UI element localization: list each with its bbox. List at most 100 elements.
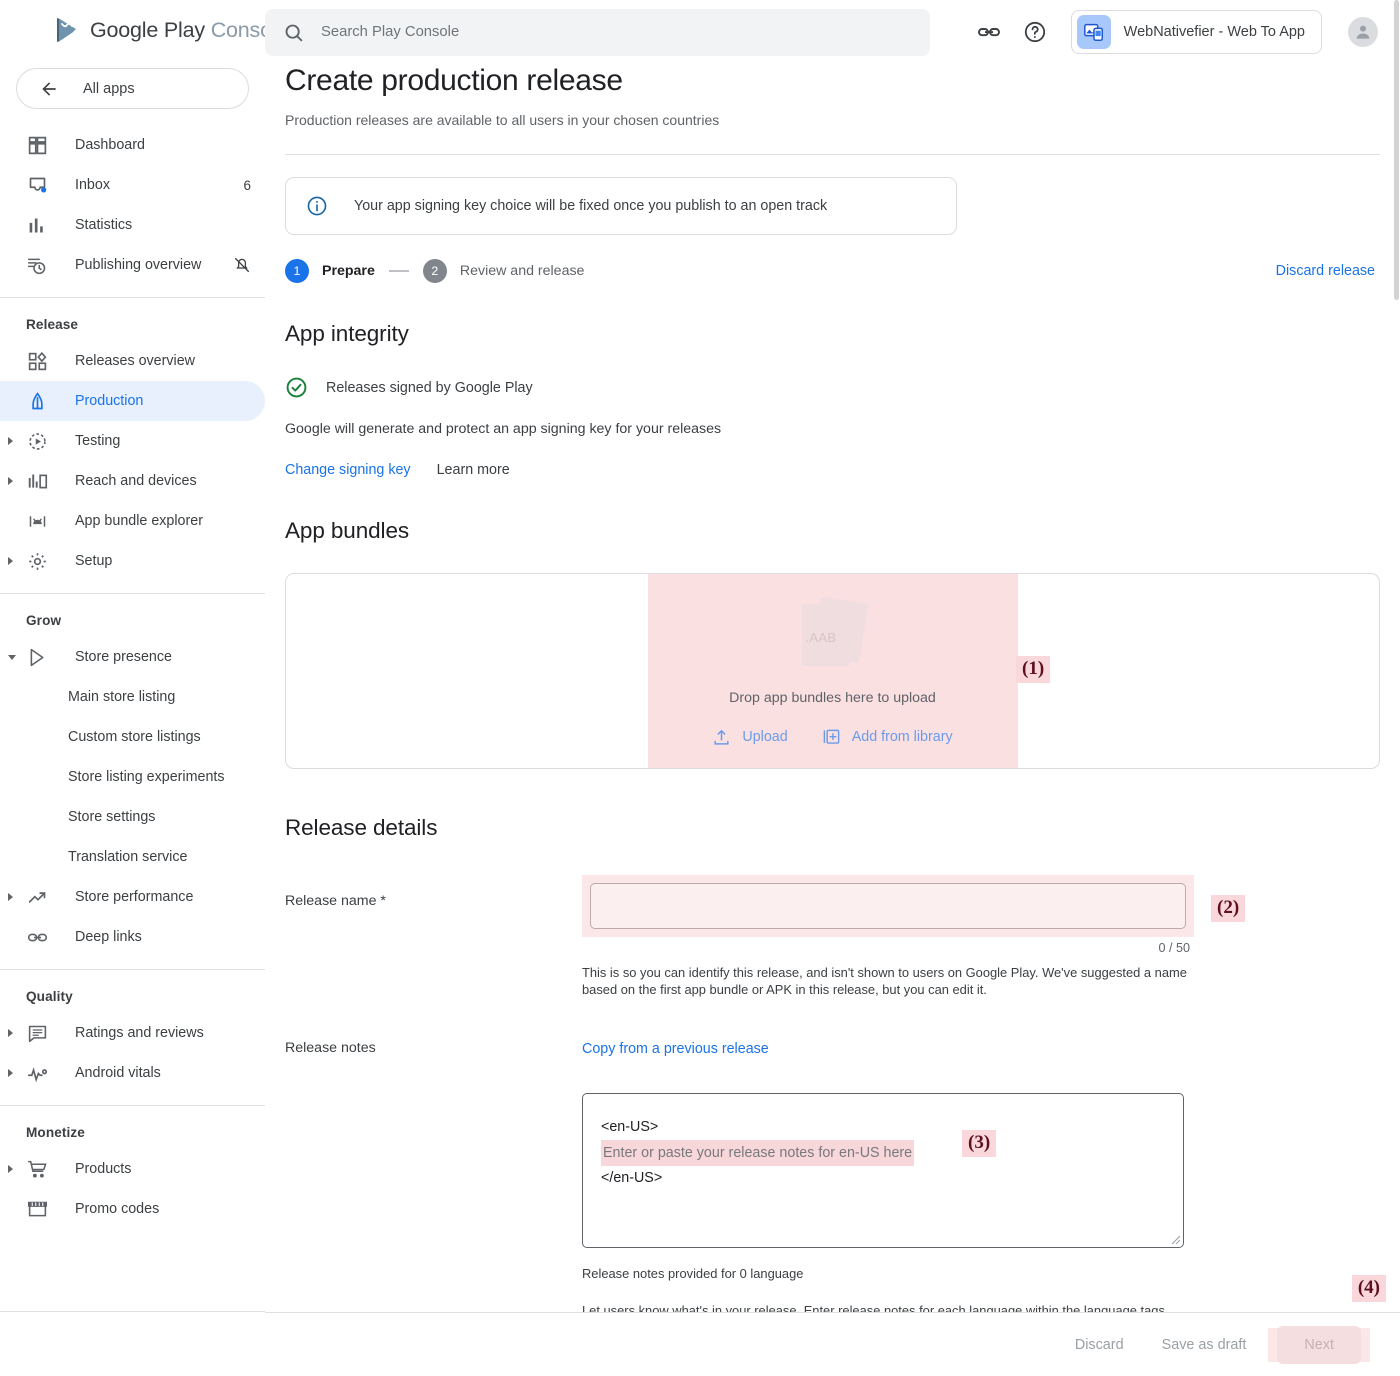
- app-bundles-heading: App bundles: [285, 518, 410, 543]
- sidebar-item-products[interactable]: Products: [0, 1149, 265, 1189]
- release-notes-textarea[interactable]: <en-US> Enter or paste your release note…: [582, 1093, 1184, 1249]
- release-notes-field-wrap: Copy from a previous release <en-US> Ent…: [582, 1040, 1380, 1318]
- person-icon: [1356, 25, 1370, 39]
- scrollbar-track[interactable]: [1394, 0, 1400, 1376]
- step-2-label[interactable]: Review and release: [460, 263, 585, 279]
- upload-icon: [714, 729, 729, 745]
- search-input[interactable]: [321, 24, 881, 40]
- sidebar-item-store-presence[interactable]: Store presence: [0, 637, 265, 677]
- sidebar-item-android-vitals[interactable]: Android vitals: [0, 1053, 265, 1093]
- sidebar-item-app-bundle-explorer[interactable]: App bundle explorer: [0, 501, 265, 541]
- signing-status-row: Releases signed by Google Play: [285, 376, 1380, 399]
- sidebar-item-deep-links[interactable]: Deep links: [0, 917, 265, 957]
- app-bundle-dropzone[interactable]: .AAB Drop app bundles here to upload Upl…: [647, 574, 1018, 768]
- app-icon: [1076, 15, 1111, 49]
- release-notes-row: Release notes Copy from a previous relea…: [285, 1040, 1380, 1318]
- setup-gear-icon: [26, 550, 48, 572]
- annotation-3: (3): [962, 1130, 997, 1158]
- step-1-label[interactable]: Prepare: [322, 263, 375, 279]
- add-from-library-label: Add from library: [851, 729, 953, 745]
- deep-links-icon: [26, 926, 48, 948]
- info-banner: Your app signing key choice will be fixe…: [285, 177, 957, 235]
- page-title: Create production release: [285, 64, 623, 97]
- search-bar[interactable]: [265, 8, 930, 56]
- add-from-library-button[interactable]: Add from library: [822, 728, 953, 747]
- sidebar-group-monetize-title: Monetize: [26, 1125, 85, 1140]
- products-cart-icon: [26, 1158, 48, 1180]
- sidebar-item-store-settings[interactable]: Store settings: [0, 797, 265, 837]
- step-1-number: 1: [285, 259, 309, 283]
- release-name-input[interactable]: [590, 883, 1186, 929]
- avatar[interactable]: [1348, 17, 1378, 47]
- sidebar-item-store-listing-experiments[interactable]: Store listing experiments: [0, 757, 265, 797]
- top-bar: WebNativefier - Web To App: [265, 0, 1400, 64]
- app-selector[interactable]: WebNativefier - Web To App: [1070, 10, 1322, 54]
- sidebar-item-store-performance[interactable]: Store performance: [0, 877, 265, 917]
- search-icon: [285, 24, 303, 41]
- title-divider: [285, 154, 1380, 155]
- link-icon[interactable]: [977, 20, 1001, 44]
- sidebar-item-inbox[interactable]: Inbox 6: [0, 165, 265, 205]
- annotation-1: (1): [1016, 656, 1051, 683]
- sidebar-label: Inbox: [75, 177, 110, 193]
- sidebar-item-translation-service[interactable]: Translation service: [0, 837, 265, 877]
- main-content: WebNativefier - Web To App Create produc…: [265, 0, 1400, 1376]
- sidebar-group-release-title: Release: [26, 317, 79, 332]
- sidebar-item-releases-overview[interactable]: Releases overview: [0, 341, 265, 381]
- sidebar-scroll-fade: [0, 1330, 265, 1376]
- chevron-right-icon[interactable]: [8, 477, 13, 485]
- sidebar-item-testing[interactable]: Testing: [0, 421, 265, 461]
- save-as-draft-button[interactable]: Save as draft: [1146, 1327, 1263, 1363]
- chevron-right-icon[interactable]: [8, 893, 13, 901]
- sidebar-label: Setup: [75, 553, 113, 569]
- app-name-label: WebNativefier - Web To App: [1123, 24, 1305, 40]
- testing-icon: [26, 430, 48, 452]
- chevron-down-icon[interactable]: [8, 654, 16, 660]
- ratings-reviews-icon: [26, 1022, 48, 1044]
- notifications-off-icon[interactable]: [233, 256, 251, 274]
- discard-release-link[interactable]: Discard release: [1276, 263, 1380, 279]
- dashboard-icon: [26, 134, 48, 156]
- upload-label: Upload: [742, 729, 788, 745]
- sidebar-item-ratings-and-reviews[interactable]: Ratings and reviews: [0, 1013, 265, 1053]
- sidebar-item-custom-store-listings[interactable]: Custom store listings: [0, 717, 265, 757]
- sidebar-label: Store performance: [75, 889, 194, 905]
- top-bar-icons: WebNativefier - Web To App: [977, 10, 1384, 54]
- sidebar-group-quality-title: Quality: [26, 989, 73, 1004]
- resize-grip-icon[interactable]: [1171, 1235, 1181, 1245]
- scrollbar-thumb[interactable]: [1394, 0, 1399, 300]
- learn-more-link[interactable]: Learn more: [437, 462, 510, 478]
- help-icon[interactable]: [1023, 20, 1047, 44]
- discard-button[interactable]: Discard: [1059, 1327, 1140, 1363]
- inbox-icon: [26, 174, 48, 196]
- chevron-right-icon[interactable]: [8, 437, 13, 445]
- all-apps-button[interactable]: All apps: [16, 68, 249, 109]
- sidebar-bottom-divider: [0, 1311, 265, 1312]
- app-integrity-links: Change signing key Learn more: [285, 462, 1380, 478]
- sidebar-item-setup[interactable]: Setup: [0, 541, 265, 581]
- sidebar-item-main-store-listing[interactable]: Main store listing: [0, 677, 265, 717]
- release-notes-label: Release notes: [285, 1040, 376, 1057]
- next-button[interactable]: Next: [1277, 1325, 1361, 1364]
- sidebar-item-publishing-overview[interactable]: Publishing overview: [0, 245, 265, 285]
- google-play-logo[interactable]: Google Play Console: [52, 15, 265, 45]
- sidebar-item-dashboard[interactable]: Dashboard: [0, 125, 265, 165]
- sidebar-item-reach-and-devices[interactable]: Reach and devices: [0, 461, 265, 501]
- release-notes-language-count: Release notes provided for 0 language: [582, 1266, 804, 1282]
- release-details-heading: Release details: [285, 815, 438, 840]
- sidebar-item-production[interactable]: Production: [0, 381, 265, 421]
- sidebar-label: Products: [75, 1161, 132, 1177]
- chevron-right-icon[interactable]: [8, 1165, 13, 1173]
- change-signing-key-link[interactable]: Change signing key: [285, 462, 411, 478]
- back-arrow-icon: [42, 81, 56, 96]
- app-bundles-card: .AAB Drop app bundles here to upload Upl…: [285, 573, 1380, 769]
- chevron-right-icon[interactable]: [8, 1029, 13, 1037]
- copy-from-previous-release-link[interactable]: Copy from a previous release: [582, 1041, 769, 1057]
- app-bundle-explorer-icon: [26, 510, 48, 532]
- upload-button[interactable]: Upload: [712, 728, 788, 747]
- sidebar-item-promo-codes[interactable]: Promo codes: [0, 1189, 265, 1229]
- chevron-right-icon[interactable]: [8, 1069, 13, 1077]
- chevron-right-icon[interactable]: [8, 557, 13, 565]
- production-icon: [26, 390, 48, 412]
- sidebar-item-statistics[interactable]: Statistics: [0, 205, 265, 245]
